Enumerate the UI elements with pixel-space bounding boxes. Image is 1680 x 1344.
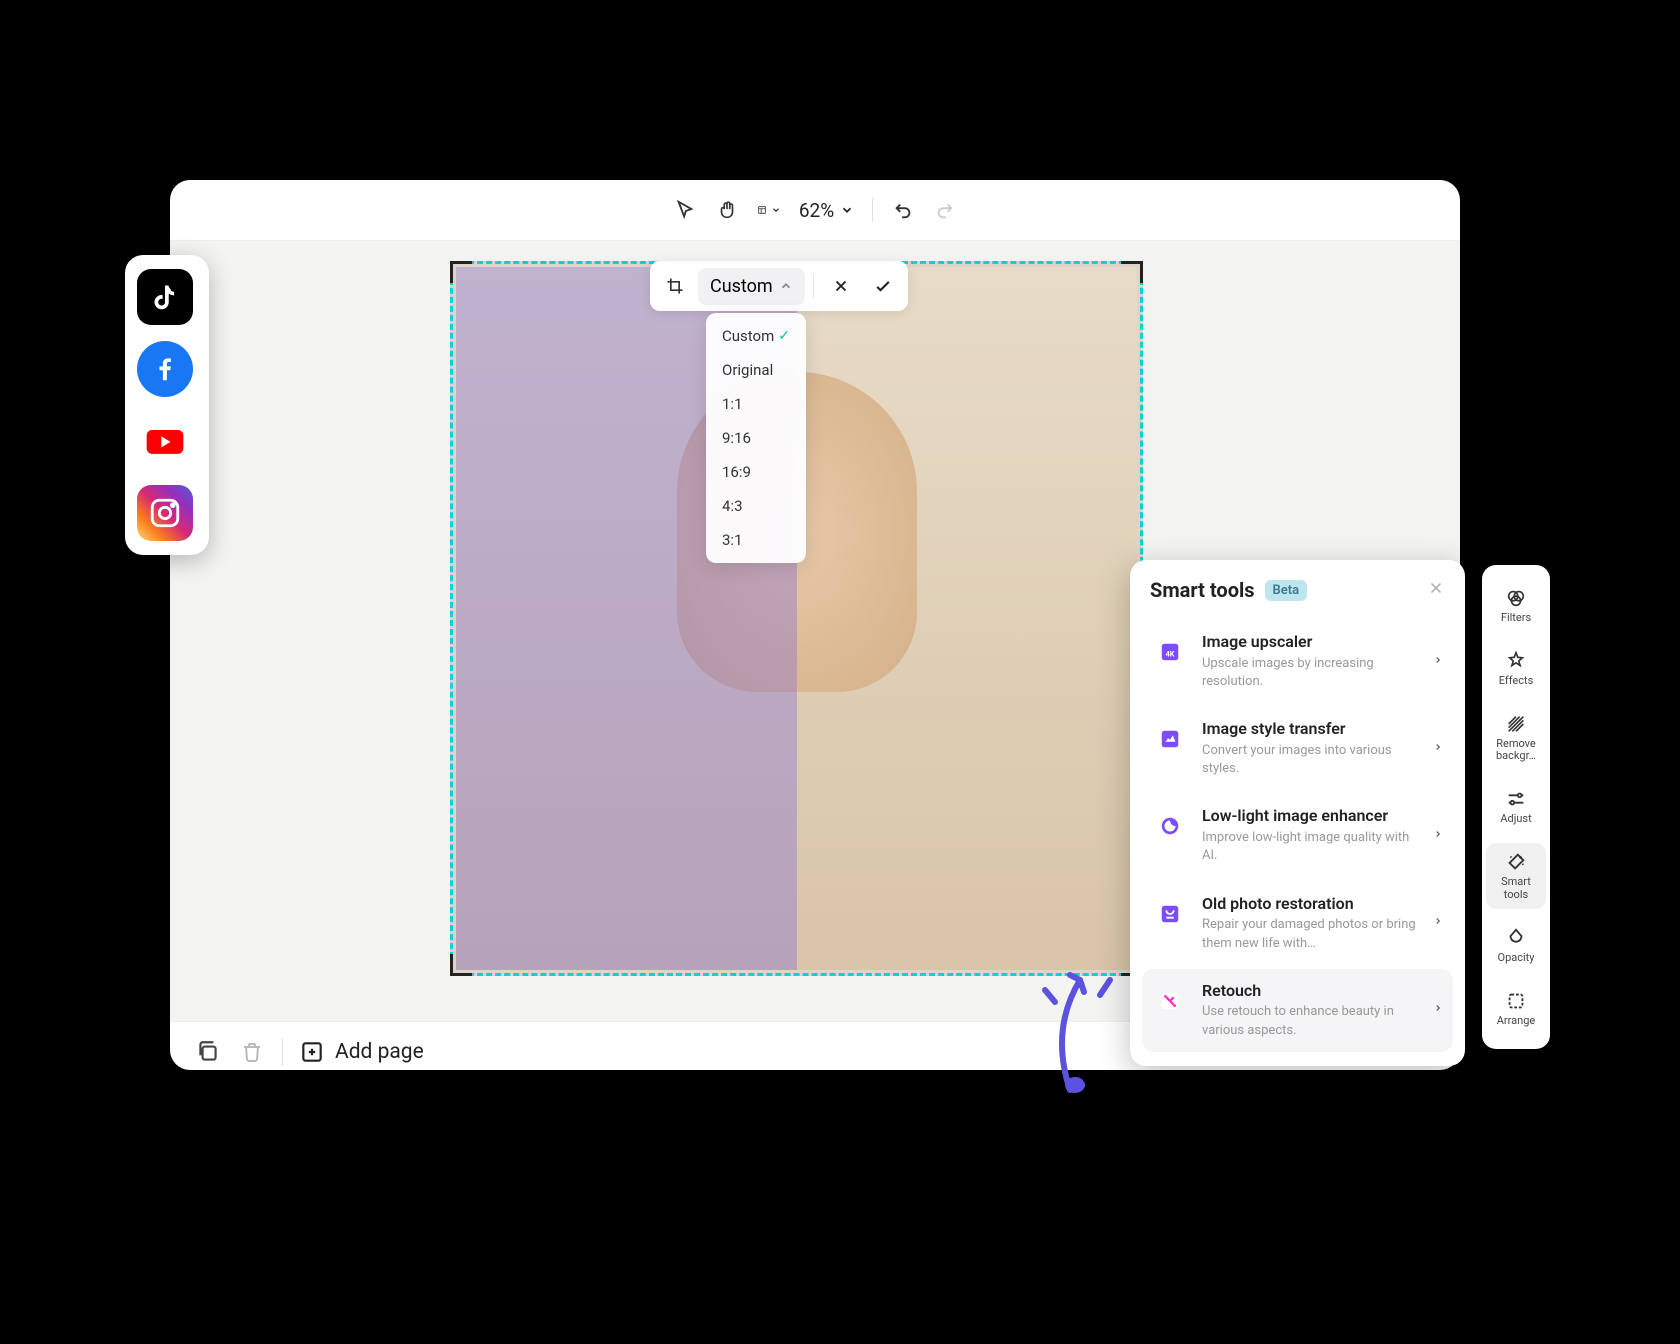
close-icon[interactable]: [1427, 579, 1445, 602]
cursor-tool-icon[interactable]: [673, 198, 697, 222]
smart-tool-style-transfer[interactable]: Image style transferConvert your images …: [1142, 707, 1453, 790]
crop-option-1-1[interactable]: 1:1: [712, 387, 800, 421]
crop-confirm-icon[interactable]: [864, 267, 902, 305]
arrange-icon: [1505, 990, 1527, 1012]
adjust-icon: [1505, 788, 1527, 810]
smart-tool-retouch[interactable]: RetouchUse retouch to enhance beauty in …: [1142, 969, 1453, 1052]
layout-tool-icon[interactable]: [757, 198, 781, 222]
right-tool-remove-bg[interactable]: Remove backgr…: [1486, 705, 1546, 770]
tiktok-icon[interactable]: [137, 269, 193, 325]
smart-tool-title: Old photo restoration: [1202, 894, 1419, 915]
chevron-right-icon: [1433, 652, 1443, 672]
crop-option-original[interactable]: Original: [712, 353, 800, 387]
smart-tool-desc: Upscale images by increasing resolution.: [1202, 655, 1419, 691]
restoration-icon: [1152, 896, 1188, 932]
smart-tools-list: 4K Image upscalerUpscale images by increa…: [1130, 620, 1465, 1066]
crop-ratio-label: Custom: [710, 276, 773, 297]
right-tool-label: Opacity: [1498, 952, 1535, 964]
crop-option-4-3[interactable]: 4:3: [712, 489, 800, 523]
add-page-label: Add page: [335, 1040, 424, 1064]
right-tool-label: Remove backgr…: [1488, 738, 1544, 762]
chevron-right-icon: [1433, 913, 1443, 933]
youtube-icon[interactable]: [137, 413, 193, 469]
smart-tool-restoration[interactable]: Old photo restorationRepair your damaged…: [1142, 882, 1453, 965]
trash-icon[interactable]: [238, 1038, 266, 1066]
smart-tool-body: Low-light image enhancerImprove low-ligh…: [1202, 806, 1419, 865]
toolbar-divider: [872, 198, 873, 222]
add-page-button[interactable]: Add page: [299, 1039, 424, 1065]
smart-tool-body: Old photo restorationRepair your damaged…: [1202, 894, 1419, 953]
smart-tool-desc: Convert your images into various styles.: [1202, 742, 1419, 778]
upscaler-icon: 4K: [1152, 634, 1188, 670]
check-icon: ✓: [778, 328, 790, 344]
right-tool-filters[interactable]: Filters: [1486, 579, 1546, 632]
crop-cancel-icon[interactable]: [822, 267, 860, 305]
chevron-right-icon: [1433, 826, 1443, 846]
effects-icon: [1505, 650, 1527, 672]
right-tools-bar: Filters Effects Remove backgr… Adjust Smart …: [1482, 565, 1550, 1049]
duplicate-icon[interactable]: [194, 1038, 222, 1066]
crop-option-9-16[interactable]: 9:16: [712, 421, 800, 455]
instagram-icon[interactable]: [137, 485, 193, 541]
remove-bg-icon: [1505, 713, 1527, 735]
smart-tool-title: Image style transfer: [1202, 719, 1419, 740]
right-tool-smart-tools[interactable]: Smart tools: [1486, 843, 1546, 908]
arrow-doodle: [1000, 940, 1140, 1100]
smart-tools-header: Smart tools Beta: [1130, 560, 1465, 620]
right-tool-label: Smart tools: [1488, 876, 1544, 900]
crop-divider: [813, 274, 814, 298]
smart-tool-desc: Improve low-light image quality with AI.: [1202, 829, 1419, 865]
opacity-icon: [1505, 927, 1527, 949]
low-light-icon: [1152, 808, 1188, 844]
right-tool-label: Effects: [1499, 675, 1534, 687]
social-platforms-bar: [125, 255, 209, 555]
zoom-value: 62%: [799, 199, 834, 222]
right-tool-opacity[interactable]: Opacity: [1486, 919, 1546, 972]
right-tool-arrange[interactable]: Arrange: [1486, 982, 1546, 1035]
crop-handle-tr[interactable]: [1121, 261, 1143, 283]
crop-icon[interactable]: [656, 267, 694, 305]
crop-option-16-9[interactable]: 16:9: [712, 455, 800, 489]
smart-tool-desc: Repair your damaged photos or bring them…: [1202, 916, 1419, 952]
right-tool-label: Filters: [1501, 612, 1531, 624]
crop-ratio-dropdown: Custom✓ Original 1:1 9:16 16:9 4:3 3:1: [706, 313, 806, 563]
smart-tool-body: Image upscalerUpscale images by increasi…: [1202, 632, 1419, 691]
smart-tools-icon: [1505, 851, 1527, 873]
smart-tool-title: Retouch: [1202, 981, 1419, 1002]
retouch-icon: [1152, 983, 1188, 1019]
zoom-level[interactable]: 62%: [799, 199, 854, 222]
style-transfer-icon: [1152, 721, 1188, 757]
smart-tool-upscaler[interactable]: 4K Image upscalerUpscale images by increa…: [1142, 620, 1453, 703]
smart-tool-title: Low-light image enhancer: [1202, 806, 1419, 827]
right-tool-effects[interactable]: Effects: [1486, 642, 1546, 695]
smart-tool-body: RetouchUse retouch to enhance beauty in …: [1202, 981, 1419, 1040]
right-tool-adjust[interactable]: Adjust: [1486, 780, 1546, 833]
bottom-divider: [282, 1038, 283, 1066]
undo-icon[interactable]: [891, 198, 915, 222]
hand-tool-icon[interactable]: [715, 198, 739, 222]
crop-ratio-dropdown-button[interactable]: Custom: [698, 268, 805, 305]
smart-tool-low-light[interactable]: Low-light image enhancerImprove low-ligh…: [1142, 794, 1453, 877]
beta-badge: Beta: [1265, 580, 1308, 601]
chevron-right-icon: [1433, 1000, 1443, 1020]
smart-tools-panel: Smart tools Beta 4K Image upscalerUpscale…: [1130, 560, 1465, 1066]
top-toolbar: 62%: [170, 180, 1460, 241]
smart-tool-desc: Use retouch to enhance beauty in various…: [1202, 1003, 1419, 1039]
right-tool-label: Arrange: [1497, 1015, 1535, 1027]
redo-icon[interactable]: [933, 198, 957, 222]
crop-option-custom[interactable]: Custom✓: [712, 319, 800, 353]
smart-tool-title: Image upscaler: [1202, 632, 1419, 653]
smart-tools-title: Smart tools: [1150, 578, 1255, 602]
svg-text:4K: 4K: [1166, 650, 1175, 659]
crop-toolbar: Custom: [650, 261, 908, 311]
facebook-icon[interactable]: [137, 341, 193, 397]
right-tool-label: Adjust: [1500, 813, 1531, 825]
chevron-right-icon: [1433, 739, 1443, 759]
crop-option-3-1[interactable]: 3:1: [712, 523, 800, 557]
smart-tool-body: Image style transferConvert your images …: [1202, 719, 1419, 778]
filters-icon: [1505, 587, 1527, 609]
